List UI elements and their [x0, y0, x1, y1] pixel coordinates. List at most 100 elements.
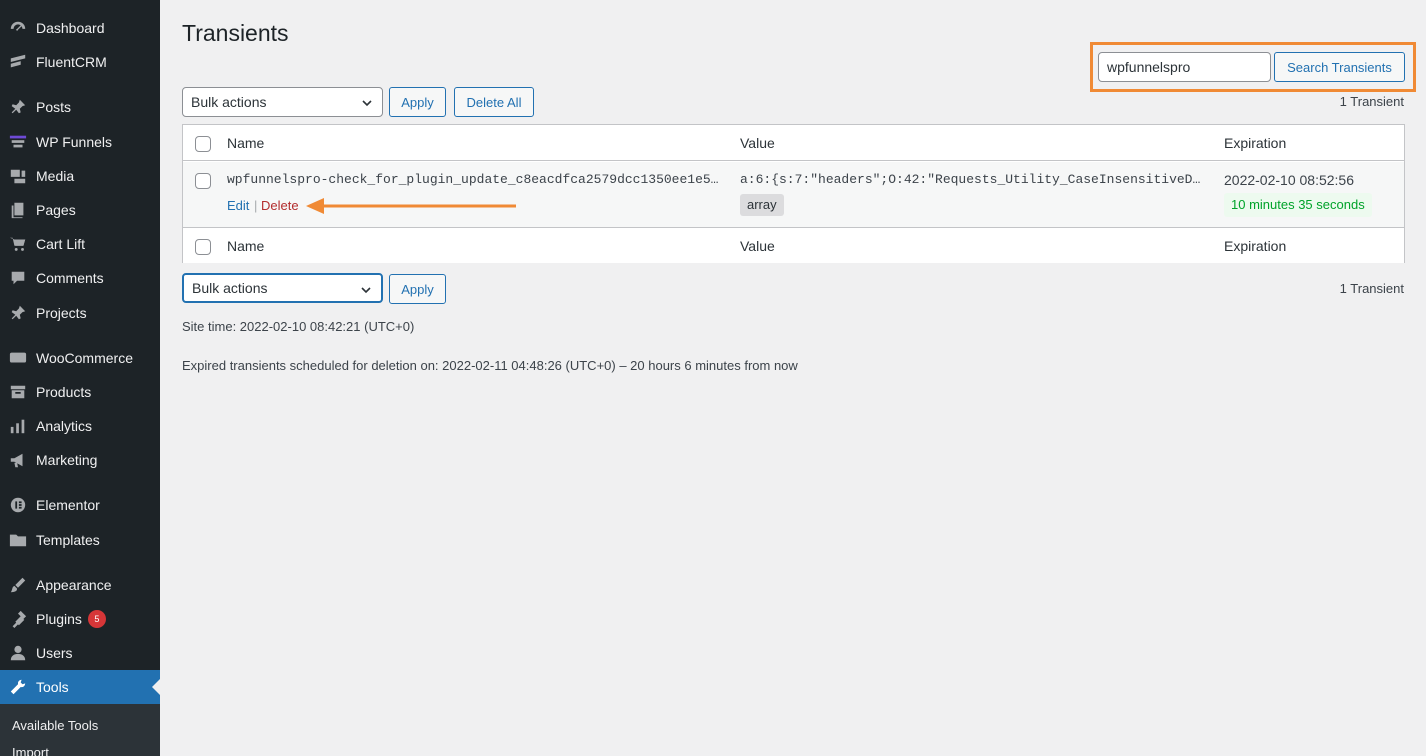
comment-icon: [8, 268, 28, 288]
sidebar-item-marketing[interactable]: Marketing: [0, 443, 160, 477]
column-footer-name[interactable]: Name: [227, 238, 264, 254]
main-content: Transients Search Transients Bulk action…: [160, 0, 1426, 756]
site-time-text: Site time: 2022-02-10 08:42:21 (UTC+0): [182, 319, 415, 334]
value-type-tag: array: [740, 194, 784, 216]
sidebar-item-users[interactable]: Users: [0, 636, 160, 670]
submenu-item-import[interactable]: Import: [12, 745, 49, 756]
column-header-expiration[interactable]: Expiration: [1224, 135, 1286, 151]
bulk-actions-select-top[interactable]: Bulk actions: [182, 87, 383, 117]
plugin-icon: [8, 609, 28, 629]
pin-icon: [8, 97, 28, 117]
chevron-down-icon: [361, 287, 371, 294]
funnel-icon: [8, 132, 28, 152]
update-count-badge: 5: [87, 610, 106, 628]
sidebar-item-label: Posts: [36, 99, 72, 115]
search-input[interactable]: [1098, 52, 1271, 82]
sidebar-item-templates[interactable]: Templates: [0, 523, 160, 557]
user-icon: [8, 643, 28, 663]
search-transients-button[interactable]: Search Transients: [1274, 52, 1405, 82]
sidebar-item-label: Products: [36, 384, 92, 400]
sidebar-item-projects[interactable]: Projects: [0, 296, 160, 330]
sidebar-item-label: Media: [36, 168, 75, 184]
sidebar-item-plugins[interactable]: Plugins 5: [0, 602, 160, 636]
expiration-remaining-badge: 10 minutes 35 seconds: [1224, 193, 1372, 217]
fluentcrm-icon: [8, 52, 28, 72]
bulk-actions-label: Bulk actions: [192, 280, 268, 296]
column-header-value: Value: [740, 135, 775, 151]
transient-value: a:6:{s:7:"headers";O:42:"Requests_Utilit…: [740, 172, 1201, 187]
sidebar-item-label: Projects: [36, 305, 87, 321]
sidebar-item-media[interactable]: Media: [0, 159, 160, 193]
folder-icon: [8, 530, 28, 550]
submenu-item-available-tools[interactable]: Available Tools: [12, 718, 98, 733]
apply-button-top[interactable]: Apply: [389, 87, 446, 117]
column-footer-value: Value: [740, 238, 775, 254]
column-header-name[interactable]: Name: [227, 135, 264, 151]
sidebar-item-pages[interactable]: Pages: [0, 193, 160, 227]
sidebar-item-label: Elementor: [36, 497, 100, 513]
bar-chart-icon: [8, 416, 28, 436]
table-row: wpfunnelspro-check_for_plugin_update_c8e…: [183, 162, 1404, 227]
woo-icon: [8, 348, 28, 368]
media-icon: [8, 166, 28, 186]
sidebar-item-woocommerce[interactable]: WooCommerce: [0, 341, 160, 375]
transients-table: Name Value Expiration wpfunnelspro-check…: [182, 124, 1405, 263]
archive-icon: [8, 382, 28, 402]
pin-icon: [8, 303, 28, 323]
transient-count-bottom: 1 Transient: [1339, 281, 1404, 296]
sidebar-item-analytics[interactable]: Analytics: [0, 409, 160, 443]
bulk-actions-label: Bulk actions: [191, 94, 267, 110]
scheduled-deletion-text: Expired transients scheduled for deletio…: [182, 358, 798, 373]
table-footer: Name Value Expiration: [183, 227, 1404, 263]
sidebar-item-products[interactable]: Products: [0, 375, 160, 409]
sidebar-item-label: Appearance: [36, 577, 112, 593]
edit-link[interactable]: Edit: [227, 198, 249, 213]
sidebar-item-label: Pages: [36, 202, 76, 218]
dashboard-icon: [8, 18, 28, 38]
bulk-actions-select-bottom[interactable]: Bulk actions: [182, 273, 383, 303]
brush-icon: [8, 575, 28, 595]
page-title: Transients: [182, 20, 289, 46]
select-all-checkbox[interactable]: [195, 136, 211, 152]
sidebar-item-elementor[interactable]: Elementor: [0, 488, 160, 522]
tools-submenu: Available Tools Import: [0, 704, 160, 756]
expiration-date: 2022-02-10 08:52:56: [1224, 172, 1354, 188]
sidebar-item-fluentcrm[interactable]: FluentCRM: [0, 45, 160, 79]
sidebar-item-label: Templates: [36, 532, 100, 548]
sidebar-item-label: Users: [36, 645, 73, 661]
sidebar-item-label: Tools: [36, 679, 69, 695]
sidebar-item-label: FluentCRM: [36, 54, 107, 70]
wrench-icon: [8, 677, 28, 697]
sidebar-item-label: WooCommerce: [36, 350, 133, 366]
sidebar-item-cart-lift[interactable]: Cart Lift: [0, 227, 160, 261]
sidebar-item-tools[interactable]: Tools: [0, 670, 160, 704]
sidebar-item-wp-funnels[interactable]: WP Funnels: [0, 125, 160, 159]
sidebar-item-label: Plugins: [36, 611, 82, 627]
apply-button-bottom[interactable]: Apply: [389, 274, 446, 304]
sidebar-item-appearance[interactable]: Appearance: [0, 568, 160, 602]
delete-link[interactable]: Delete: [261, 198, 299, 213]
pages-icon: [8, 200, 28, 220]
sidebar-item-label: Comments: [36, 270, 104, 286]
sidebar-item-label: WP Funnels: [36, 134, 112, 150]
elementor-icon: [8, 495, 28, 515]
sidebar-item-label: Dashboard: [36, 20, 105, 36]
row-checkbox[interactable]: [195, 173, 211, 189]
column-footer-expiration[interactable]: Expiration: [1224, 238, 1286, 254]
megaphone-icon: [8, 450, 28, 470]
transient-name: wpfunnelspro-check_for_plugin_update_c8e…: [227, 172, 719, 187]
transient-count-top: 1 Transient: [1339, 94, 1404, 109]
sidebar-item-label: Cart Lift: [36, 236, 86, 252]
sidebar-item-dashboard[interactable]: Dashboard: [0, 11, 160, 45]
select-all-checkbox-footer[interactable]: [195, 239, 211, 255]
sidebar-item-posts[interactable]: Posts: [0, 90, 160, 124]
annotation-arrow-icon: [306, 198, 516, 214]
action-separator: |: [254, 198, 258, 213]
delete-all-button[interactable]: Delete All: [454, 87, 534, 117]
chevron-down-icon: [362, 100, 372, 107]
sidebar-item-comments[interactable]: Comments: [0, 261, 160, 295]
sidebar-item-label: Marketing: [36, 452, 98, 468]
admin-sidebar: Dashboard FluentCRM Posts WP Funnels Med…: [0, 0, 160, 756]
table-header: Name Value Expiration: [183, 125, 1404, 161]
cart-icon: [8, 234, 28, 254]
